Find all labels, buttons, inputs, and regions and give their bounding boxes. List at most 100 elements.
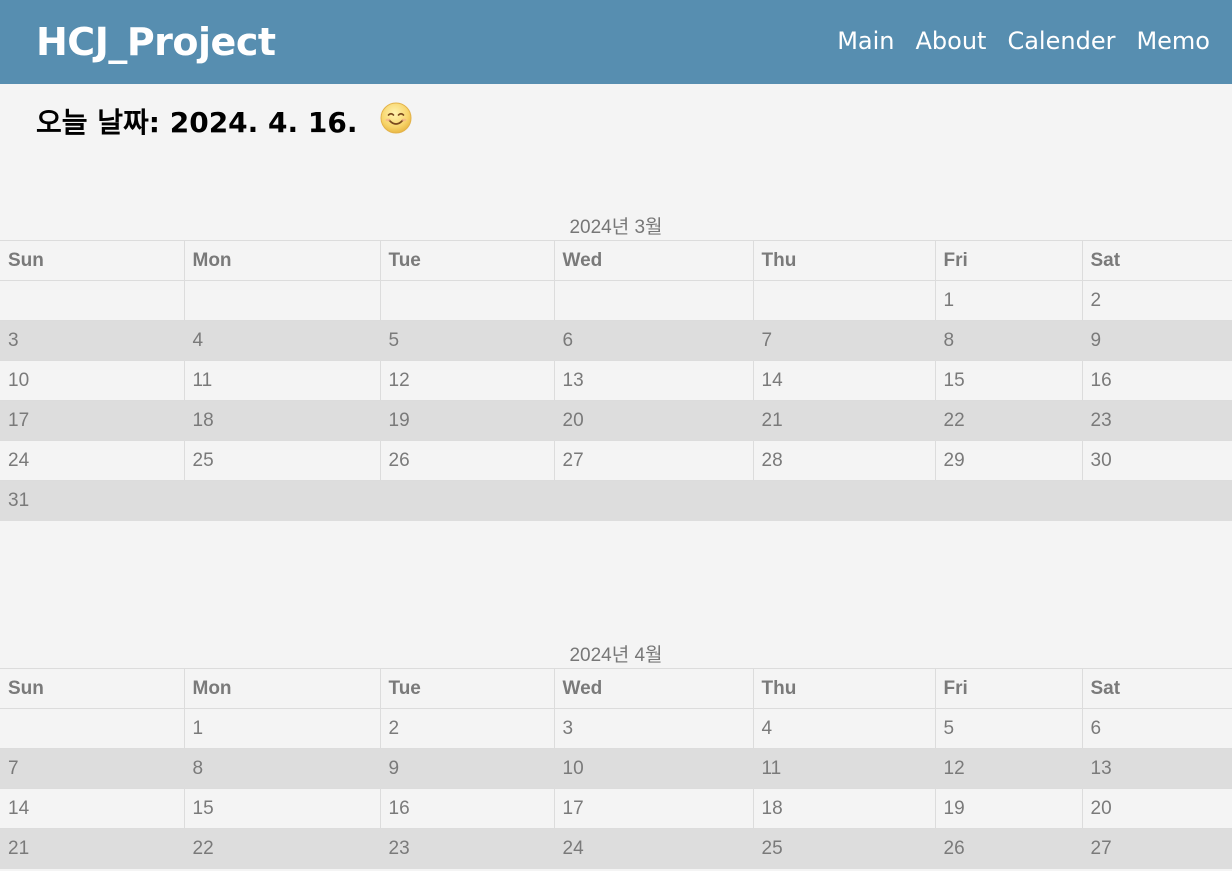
week-row: 31 (0, 480, 1232, 521)
weekday-header-mon: Mon (184, 240, 381, 281)
day-cell (380, 480, 555, 521)
week-row: 14 15 16 17 18 19 20 (0, 788, 1232, 829)
day-cell: 16 (1082, 360, 1232, 401)
weekday-header-thu: Thu (753, 668, 936, 709)
week-row: 7 8 9 10 11 12 13 (0, 748, 1232, 789)
day-cell: 21 (753, 400, 936, 441)
day-cell: 6 (1082, 708, 1232, 749)
day-cell: 12 (380, 360, 555, 401)
day-cell: 2 (1082, 280, 1232, 321)
day-cell: 10 (0, 360, 185, 401)
day-cell: 4 (753, 708, 936, 749)
day-cell: 15 (184, 788, 381, 829)
day-cell: 12 (935, 748, 1083, 789)
day-cell: 13 (554, 360, 754, 401)
day-cell: 17 (0, 400, 185, 441)
day-cell (1082, 480, 1232, 521)
day-cell: 24 (554, 828, 754, 869)
weekday-header-row: Sun Mon Tue Wed Thu Fri Sat (0, 240, 1232, 281)
week-row: 10 11 12 13 14 15 16 (0, 360, 1232, 401)
day-cell (0, 708, 185, 749)
day-cell: 19 (380, 400, 555, 441)
day-cell: 27 (554, 440, 754, 481)
day-cell (935, 480, 1083, 521)
weekday-header-wed: Wed (554, 240, 754, 281)
day-cell (0, 280, 185, 321)
day-cell (753, 280, 936, 321)
day-cell: 3 (0, 320, 185, 361)
day-cell: 22 (935, 400, 1083, 441)
day-cell: 7 (753, 320, 936, 361)
nav-memo-link[interactable]: Memo (1136, 24, 1210, 58)
weekday-header-thu: Thu (753, 240, 936, 281)
day-cell: 11 (184, 360, 381, 401)
calendar-caption: 2024년 4월 (569, 645, 663, 666)
day-cell: 18 (753, 788, 936, 829)
day-cell: 20 (554, 400, 754, 441)
week-row: 24 25 26 27 28 29 30 (0, 440, 1232, 481)
weekday-header-sat: Sat (1082, 668, 1232, 709)
week-row: 17 18 19 20 21 22 23 (0, 400, 1232, 441)
weekday-header-row: Sun Mon Tue Wed Thu Fri Sat (0, 668, 1232, 709)
day-cell (554, 280, 754, 321)
week-row: 12 (0, 280, 1232, 321)
day-cell: 7 (0, 748, 185, 789)
weekday-header-sat: Sat (1082, 240, 1232, 281)
day-cell: 27 (1082, 828, 1232, 869)
day-cell: 8 (184, 748, 381, 789)
day-cell (184, 480, 381, 521)
weekday-header-tue: Tue (380, 668, 555, 709)
day-cell: 31 (0, 480, 185, 521)
weekday-header-mon: Mon (184, 668, 381, 709)
weekday-header-sun: Sun (0, 668, 185, 709)
day-cell: 9 (380, 748, 555, 789)
day-cell: 23 (380, 828, 555, 869)
main-nav: Main About Calender Memo (837, 24, 1210, 58)
day-cell (753, 480, 936, 521)
day-cell: 29 (935, 440, 1083, 481)
day-cell: 13 (1082, 748, 1232, 789)
day-cell: 1 (935, 280, 1083, 321)
brand-logo-link[interactable]: HCJ_Project (36, 19, 276, 65)
week-row: 123456 (0, 708, 1232, 749)
day-cell: 18 (184, 400, 381, 441)
day-cell: 10 (554, 748, 754, 789)
weekday-header-tue: Tue (380, 240, 555, 281)
day-cell: 19 (935, 788, 1083, 829)
day-cell (380, 280, 555, 321)
top-navigation-bar: HCJ_Project Main About Calender Memo (0, 0, 1232, 84)
smiling-face-icon (380, 102, 412, 134)
day-cell: 25 (753, 828, 936, 869)
day-cell: 17 (554, 788, 754, 829)
day-cell: 30 (1082, 440, 1232, 481)
day-cell: 5 (935, 708, 1083, 749)
day-cell: 21 (0, 828, 185, 869)
week-row: 3456789 (0, 320, 1232, 361)
weekday-header-fri: Fri (935, 240, 1083, 281)
day-cell: 26 (380, 440, 555, 481)
day-cell: 28 (753, 440, 936, 481)
day-cell: 26 (935, 828, 1083, 869)
nav-main-link[interactable]: Main (837, 24, 894, 58)
nav-about-link[interactable]: About (916, 24, 987, 58)
nav-calender-link[interactable]: Calender (1007, 24, 1115, 58)
day-cell: 22 (184, 828, 381, 869)
day-cell (184, 280, 381, 321)
day-cell: 14 (0, 788, 185, 829)
today-date-heading: 오늘 날짜: 2024. 4. 16. (36, 106, 358, 139)
day-cell: 2 (380, 708, 555, 749)
day-cell (554, 480, 754, 521)
day-cell: 3 (554, 708, 754, 749)
weekday-header-sun: Sun (0, 240, 185, 281)
calendar-caption: 2024년 3월 (569, 217, 663, 238)
day-cell: 23 (1082, 400, 1232, 441)
day-cell: 16 (380, 788, 555, 829)
day-cell: 14 (753, 360, 936, 401)
calendar-table: Sun Mon Tue Wed Thu Fri Sat 1 2 3 4 5 6 7 8 9 10 11 12 13 14… (0, 668, 1232, 869)
day-cell: 25 (184, 440, 381, 481)
day-cell: 6 (554, 320, 754, 361)
day-cell: 5 (380, 320, 555, 361)
day-cell: 24 (0, 440, 185, 481)
week-row: 21 22 23 24 25 26 27 (0, 828, 1232, 869)
day-cell: 9 (1082, 320, 1232, 361)
